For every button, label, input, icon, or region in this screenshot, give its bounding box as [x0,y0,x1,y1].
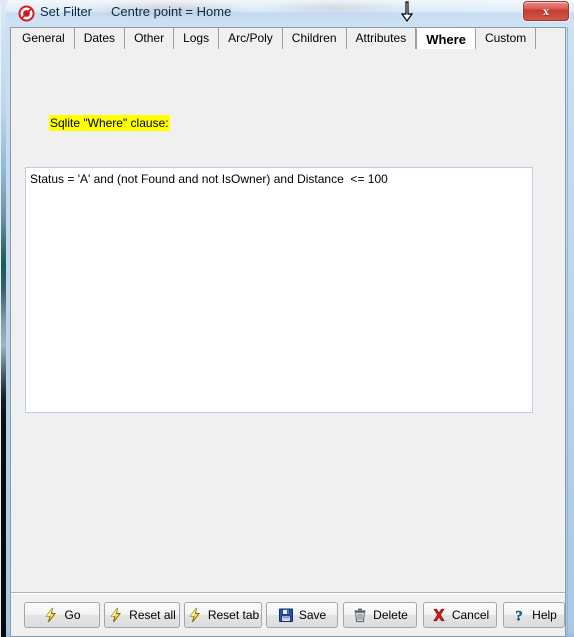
cancel-button-label: Cancel [451,608,490,622]
where-clause-label: Sqlite "Where" clause: [49,115,170,131]
dialog-button-bar: Go Reset all Reset tab Save Delete Cance… [10,592,566,637]
tab-where[interactable]: Where [416,28,476,49]
lightning-bolt-icon [187,607,203,623]
tab-custom[interactable]: Custom [475,28,537,49]
save-button-label: Save [298,608,327,622]
tab-attributes[interactable]: Attributes [346,28,417,49]
tab-children[interactable]: Children [282,28,347,49]
title-bar-smudge-secondary [256,0,416,11]
down-arrow-cursor [398,1,416,25]
button-bar-separator [11,593,565,594]
lightning-bolt-icon [108,607,124,623]
tab-general[interactable]: General [11,28,75,49]
help-button[interactable]: ? Help [503,602,565,628]
tab-dates[interactable]: Dates [74,28,126,49]
question-mark-icon: ? [511,607,527,624]
reset-all-button[interactable]: Reset all [104,602,180,628]
where-clause-value: Status = 'A' and (not Found and not IsOw… [30,172,388,186]
tab-logs[interactable]: Logs [174,28,220,49]
where-tab-panel: Sqlite "Where" clause: Status = 'A' and … [11,50,565,591]
tab-strip: General Dates Other Logs Arc/Poly Childr… [11,28,565,50]
reset-tab-button-label: Reset tab [207,608,260,622]
lightning-bolt-icon [43,607,59,623]
tab-other[interactable]: Other [125,28,175,49]
go-button-label: Go [64,608,81,622]
svg-text:?: ? [515,608,523,623]
close-button[interactable]: x [523,1,569,21]
delete-button-label: Delete [373,608,408,622]
red-circle-slash-icon [18,5,35,22]
reset-tab-button[interactable]: Reset tab [184,602,262,628]
close-icon: x [543,4,549,18]
save-button[interactable]: Save [266,602,338,628]
go-button[interactable]: Go [24,602,100,628]
delete-button[interactable]: Delete [343,602,417,628]
window-title: Set Filter [40,4,93,19]
dialog-client-area: General Dates Other Logs Arc/Poly Childr… [10,27,566,592]
trash-can-icon [352,607,368,623]
help-button-label: Help [532,608,557,622]
floppy-disk-icon [278,607,294,623]
cancel-button[interactable]: Cancel [423,602,497,628]
tab-arc-poly[interactable]: Arc/Poly [219,28,283,49]
reset-all-button-label: Reset all [129,608,176,622]
where-clause-input[interactable]: Status = 'A' and (not Found and not IsOw… [25,167,533,413]
red-x-icon [431,607,447,623]
window-subtitle: Centre point = Home [111,4,232,19]
title-bar[interactable]: Set Filter Centre point = Home x [6,0,574,27]
